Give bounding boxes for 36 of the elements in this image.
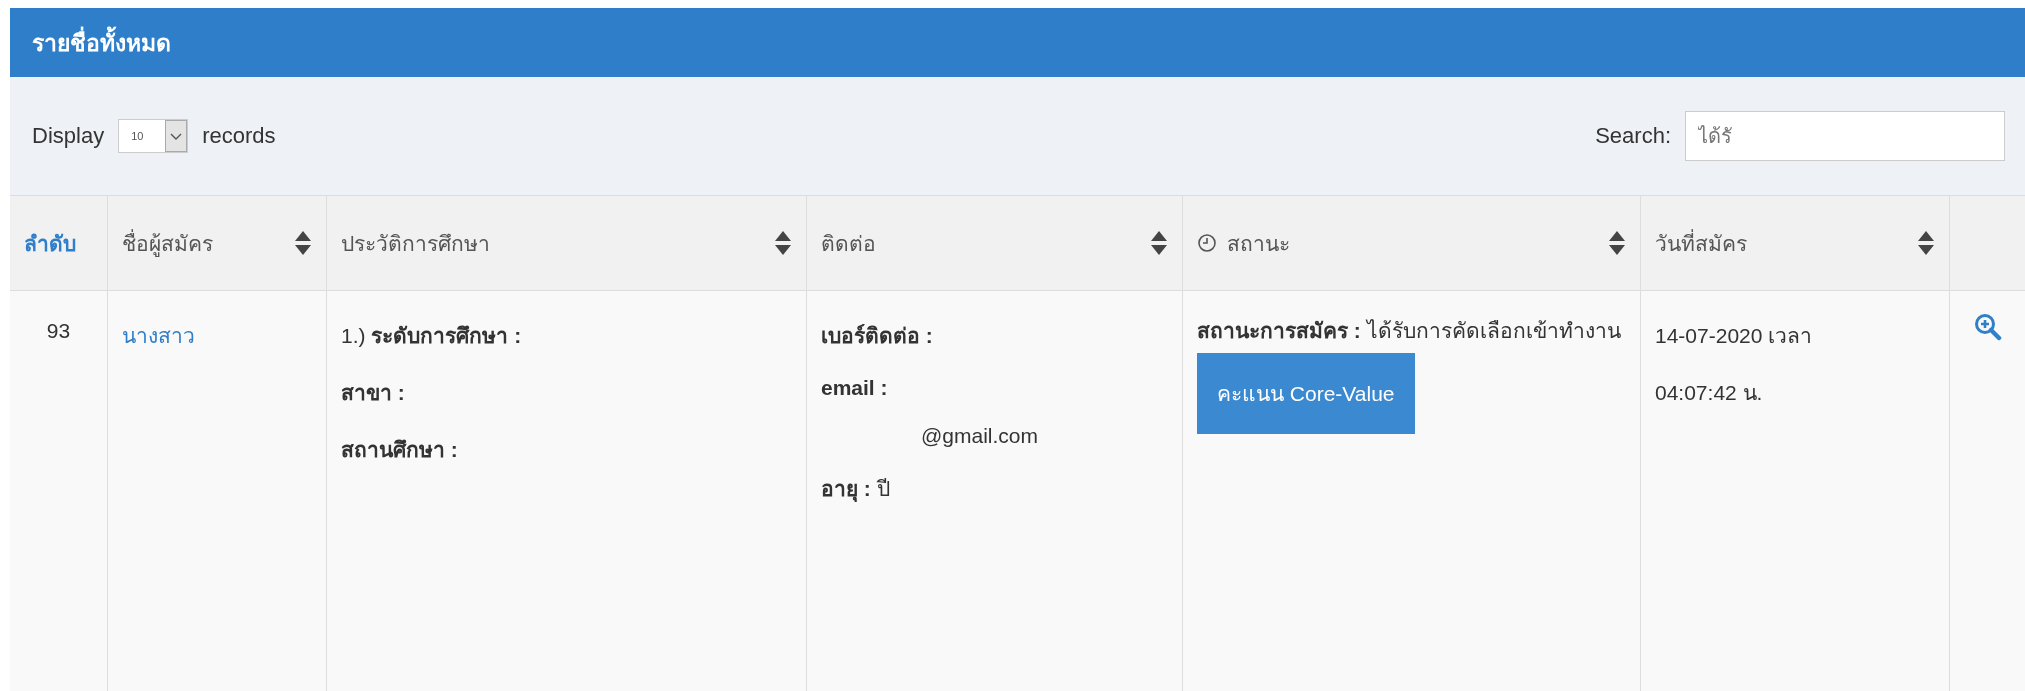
sort-icon[interactable] [774,230,792,256]
column-label: ประวัติการศึกษา [341,230,490,257]
contact-line: email : [821,376,888,400]
zoom-in-icon[interactable] [1973,313,2002,341]
column-header[interactable]: วันที่สมัคร [1641,196,1950,290]
sort-icon[interactable] [1917,230,1935,256]
records-select[interactable]: 10 [118,119,189,153]
sort-icon[interactable] [1150,230,1168,256]
clock-icon [1197,233,1217,253]
column-label: วันที่สมัคร [1655,228,1747,257]
column-label: ชื่อผู้สมัคร [122,228,213,259]
education-line: 1.) ระดับการศึกษา : [341,323,522,349]
education-line: สถานศึกษา : [341,437,458,463]
contact-line: เบอร์ติดต่อ : [821,323,933,349]
column-header[interactable]: สถานะ [1183,196,1641,290]
display-label: Display [32,123,105,149]
column-header[interactable]: ชื่อผู้สมัคร [108,196,327,290]
contact-line: @gmail.com [920,424,1038,448]
date-line: 04:07:42 น. [1655,380,1763,406]
date-line: 14-07-2020 เวลา [1655,323,1813,349]
applicant-name-link[interactable]: นางสาว [122,319,195,352]
column-header[interactable]: ติดต่อ [807,196,1183,290]
column-label: สถานะ [1227,230,1290,257]
panel-title: รายชื่อทั้งหมด [32,24,171,61]
core-value-score-button[interactable]: คะแนน Core-Value [1197,353,1415,434]
index-cell: 93 [46,319,71,343]
column-label: ลำดับ [24,230,76,257]
sort-icon[interactable] [1608,230,1626,256]
search-label: Search: [1595,123,1671,149]
status-text: สถานะการสมัคร : ได้รับการคัดเลือกเข้าทำงาน [1197,318,1621,344]
records-label: records [202,123,276,149]
contact-line: อายุ : ปี [821,476,890,504]
sort-icon[interactable] [294,230,312,256]
education-line: สาขา : [341,380,405,406]
column-label: ติดต่อ [821,230,876,257]
column-header[interactable]: ประวัติการศึกษา [327,196,807,290]
